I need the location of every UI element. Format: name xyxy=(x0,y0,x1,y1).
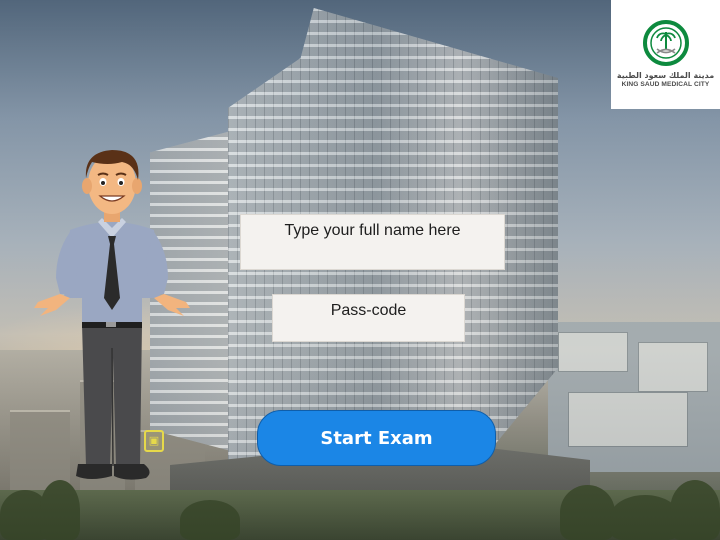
passcode-input[interactable]: Pass-code xyxy=(272,294,465,342)
full-name-input[interactable]: Type your full name here xyxy=(240,214,505,270)
start-exam-label: Start Exam xyxy=(320,427,433,449)
palm-and-swords-emblem-icon xyxy=(642,20,689,66)
yellow-nav-glyph-icon[interactable]: ▣ xyxy=(144,430,164,452)
ksmc-logo: مدينة الملك سعود الطبية KING SAUD MEDICA… xyxy=(611,0,720,109)
logo-arabic-text: مدينة الملك سعود الطبية xyxy=(616,71,715,80)
presenter-man-icon xyxy=(34,150,190,480)
slide-stage: مدينة الملك سعود الطبية KING SAUD MEDICA… xyxy=(0,0,720,540)
logo-english-text: KING SAUD MEDICAL CITY xyxy=(621,81,710,88)
start-exam-button[interactable]: Start Exam xyxy=(257,410,496,466)
